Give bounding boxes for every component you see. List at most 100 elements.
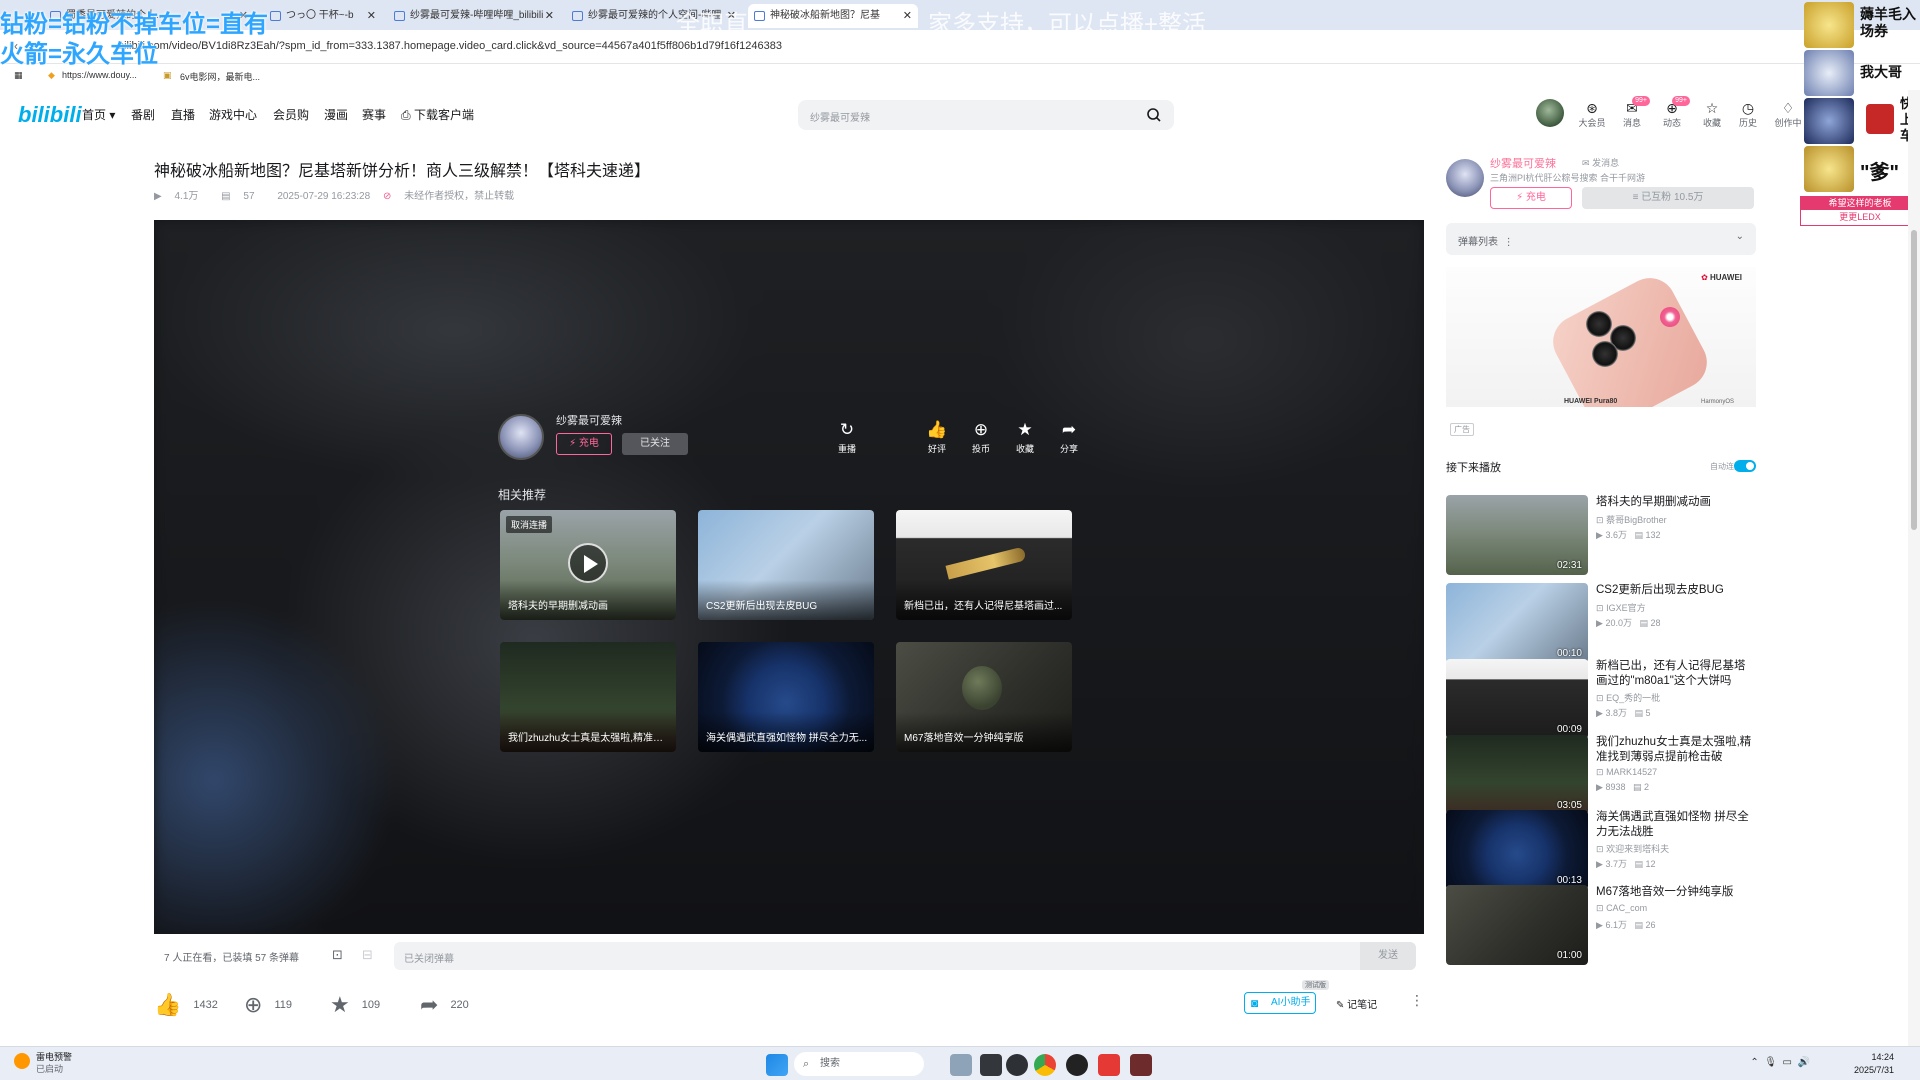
weather-widget[interactable]: 雷电预警 已启动 <box>14 1051 72 1075</box>
url-text[interactable]: bilibili.com/video/BV1di8Rz3Eah/?spm_id_… <box>118 40 782 52</box>
related-video-card[interactable]: 我们zhuzhu女士真是太强啦,精准找... <box>500 642 676 752</box>
header-favorites[interactable]: ☆ 收藏 <box>1696 100 1728 129</box>
more-icon[interactable]: ⋮ <box>1504 237 1514 248</box>
recommended-video-card[interactable]: 00:09 新档已出，还有人记得尼基塔画过的"m80a1"这个大饼吗 ⊡ EQ_秀的… <box>1446 659 1756 741</box>
video-title[interactable]: M67落地音效一分钟纯享版 <box>1596 885 1756 900</box>
recommended-video-card[interactable]: 00:10 CS2更新后出现去皮BUG ⊡ IGXE官方 ▶ 20.0万 ▤ 28 <box>1446 583 1756 665</box>
video-uploader[interactable]: ⊡ 蔡哥BigBrother <box>1596 513 1667 526</box>
ai-assistant-button[interactable]: ◙ AI小助手 <box>1244 992 1316 1014</box>
take-note-button[interactable]: ✎ 记笔记 <box>1336 996 1377 1011</box>
chrome-icon[interactable] <box>1034 1054 1056 1076</box>
autoplay-toggle[interactable] <box>1734 460 1756 472</box>
bookmark-douyin[interactable]: https://www.douy... <box>62 70 137 80</box>
up-avatar-sidebar[interactable] <box>1446 159 1484 197</box>
browser-tab[interactable]: 神秘破冰船新地图？尼基 ✕ <box>748 4 918 28</box>
video-thumbnail[interactable]: 01:00 <box>1446 885 1588 965</box>
video-uploader[interactable]: ⊡ IGXE官方 <box>1596 601 1646 614</box>
danmaku-toggle-icon[interactable]: ⊡ <box>332 947 343 963</box>
share-button-overlay[interactable]: ➦ 分享 <box>1052 420 1086 455</box>
player-controls[interactable] <box>154 900 1424 934</box>
cancel-autoplay-button[interactable]: 取消连播 <box>506 516 553 533</box>
taskbar-app-icon[interactable] <box>1130 1054 1152 1076</box>
send-message-link[interactable]: ✉ 发消息 <box>1582 156 1619 169</box>
system-tray-icons[interactable]: ⌃ 🎙 ▭ 🔊 <box>1750 1057 1810 1068</box>
up-name-sidebar[interactable]: 纱雾最可爱辣 <box>1490 155 1556 171</box>
page-scrollbar[interactable] <box>1908 90 1920 1046</box>
video-title[interactable]: 我们zhuzhu女士真是太强啦,精准找到薄弱点提前枪击破 <box>1596 735 1756 765</box>
related-video-card[interactable]: 海关偶遇武直强如怪物 拼尽全力无... <box>698 642 874 752</box>
scrollbar-thumb[interactable] <box>1911 230 1917 530</box>
nav-events[interactable]: 赛事 <box>362 106 386 123</box>
video-thumbnail[interactable]: 00:09 <box>1446 659 1588 739</box>
bookmark-movie[interactable]: 6v电影网，最新电... <box>180 70 260 83</box>
followed-button-sidebar[interactable]: ≡ 已互粉 10.5万 <box>1582 187 1754 209</box>
related-video-card[interactable]: 新档已出，还有人记得尼基塔画过... <box>896 510 1072 620</box>
header-vip[interactable]: ⊛ 大会员 <box>1576 100 1608 129</box>
video-thumbnail[interactable]: 00:13 <box>1446 810 1588 890</box>
up-name[interactable]: 纱雾最可爱辣 <box>556 412 622 428</box>
more-icon[interactable]: ⋮ <box>1410 992 1424 1009</box>
replay-button[interactable]: ↻ 重播 <box>830 420 864 455</box>
taskbar-app-icon[interactable] <box>1006 1054 1028 1076</box>
video-uploader[interactable]: ⊡ CAC_com <box>1596 903 1647 914</box>
nav-live[interactable]: 直播 <box>171 106 195 123</box>
charge-button[interactable]: ⚡ 充电 <box>556 433 612 455</box>
user-avatar[interactable] <box>1536 99 1564 127</box>
recommended-video-card[interactable]: 03:05 我们zhuzhu女士真是太强啦,精准找到薄弱点提前枪击破 ⊡ MARK1… <box>1446 735 1756 817</box>
video-uploader[interactable]: ⊡ MARK14527 <box>1596 767 1657 778</box>
video-thumbnail[interactable]: 00:10 <box>1446 583 1588 663</box>
netease-music-icon[interactable] <box>1098 1054 1120 1076</box>
search-box[interactable]: 纱雾最可爱辣 <box>798 100 1174 130</box>
favorite-button[interactable]: ★ 109 <box>330 992 380 1018</box>
like-button-overlay[interactable]: 👍 好评 <box>920 420 954 455</box>
video-title[interactable]: 塔科夫的早期删减动画 <box>1596 495 1756 510</box>
nav-manga[interactable]: 漫画 <box>324 106 348 123</box>
recommended-video-card[interactable]: 01:00 M67落地音效一分钟纯享版 ⊡ CAC_com ▶ 6.1万 ▤ 26 <box>1446 885 1756 967</box>
apps-grid-icon[interactable]: ▦ <box>14 70 23 81</box>
share-button[interactable]: ➦ 220 <box>420 992 469 1018</box>
related-video-card[interactable]: 取消连播 塔科夫的早期删减动画 <box>500 510 676 620</box>
video-uploader[interactable]: ⊡ 欢迎来到塔科夫 <box>1596 842 1669 855</box>
video-uploader[interactable]: ⊡ EQ_秀的一枇 <box>1596 691 1660 704</box>
search-input[interactable]: 纱雾最可爱辣 <box>810 109 870 124</box>
close-icon[interactable]: ✕ <box>545 4 554 28</box>
nav-download-client[interactable]: ⎙ 下载客户端 <box>401 106 474 123</box>
video-thumbnail[interactable]: 03:05 <box>1446 735 1588 815</box>
up-avatar[interactable] <box>498 414 544 460</box>
header-history[interactable]: ◷ 历史 <box>1732 100 1764 129</box>
nav-game-center[interactable]: 游戏中心 <box>209 106 257 123</box>
taskbar-app-icon[interactable] <box>980 1054 1002 1076</box>
taskbar-app-icon[interactable] <box>950 1054 972 1076</box>
recommended-video-card[interactable]: 02:31 塔科夫的早期删减动画 ⊡ 蔡哥BigBrother ▶ 3.6万 ▤ 13… <box>1446 495 1756 577</box>
windows-start-icon[interactable] <box>766 1054 788 1076</box>
video-title[interactable]: 海关偶遇武直强如怪物 拼尽全力无法战胜 <box>1596 810 1756 840</box>
taskbar-search[interactable]: ⌕ 搜索 <box>794 1052 924 1076</box>
danmaku-input[interactable]: 已关闭弹幕 发送 <box>394 942 1416 970</box>
video-thumbnail[interactable]: 02:31 <box>1446 495 1588 575</box>
taskbar-app-icon[interactable] <box>1066 1054 1088 1076</box>
coin-button-overlay[interactable]: ⊕ 投币 <box>964 420 998 455</box>
danmaku-list-toggle[interactable]: 弹幕列表 ⋮ ⌄ <box>1446 223 1756 255</box>
browser-tab[interactable]: つっ〇 干杯~-b ✕ <box>264 4 382 28</box>
charge-button-sidebar[interactable]: ⚡ 充电 <box>1490 187 1572 209</box>
search-icon[interactable] <box>1146 107 1162 123</box>
close-icon[interactable]: ✕ <box>367 4 376 28</box>
taskbar-clock[interactable]: 14:24 2025/7/31 <box>1854 1051 1894 1077</box>
header-dynamics[interactable]: 99+ ⊕ 动态 <box>1656 96 1690 129</box>
followed-button[interactable]: 已关注 <box>622 433 688 455</box>
like-button[interactable]: 👍 1432 <box>154 992 218 1018</box>
play-icon[interactable] <box>568 543 608 583</box>
video-player[interactable]: 纱雾最可爱辣 ⚡ 充电 已关注 ↻ 重播 👍 好评 ⊕ 投币 ★ 收藏 ➦ 分享 相关推荐… <box>154 220 1424 934</box>
close-icon[interactable]: ✕ <box>903 4 912 28</box>
nav-mall[interactable]: 会员购 <box>273 106 309 123</box>
nav-home[interactable]: 首页 ▾ <box>82 106 115 123</box>
header-messages[interactable]: 99+ ✉ 消息 <box>1616 96 1650 129</box>
danmaku-send-button[interactable]: 发送 <box>1360 942 1416 970</box>
coin-button[interactable]: ⊕ 119 <box>244 992 292 1018</box>
related-video-card[interactable]: M67落地音效一分钟纯享版 <box>896 642 1072 752</box>
bilibili-logo[interactable]: bilibili <box>18 102 82 128</box>
favorite-button-overlay[interactable]: ★ 收藏 <box>1008 420 1042 455</box>
nav-anime[interactable]: 番剧 <box>131 106 155 123</box>
related-video-card[interactable]: CS2更新后出现去皮BUG <box>698 510 874 620</box>
recommended-video-card[interactable]: 00:13 海关偶遇武直强如怪物 拼尽全力无法战胜 ⊡ 欢迎来到塔科夫 ▶ 3.7万 … <box>1446 810 1756 892</box>
